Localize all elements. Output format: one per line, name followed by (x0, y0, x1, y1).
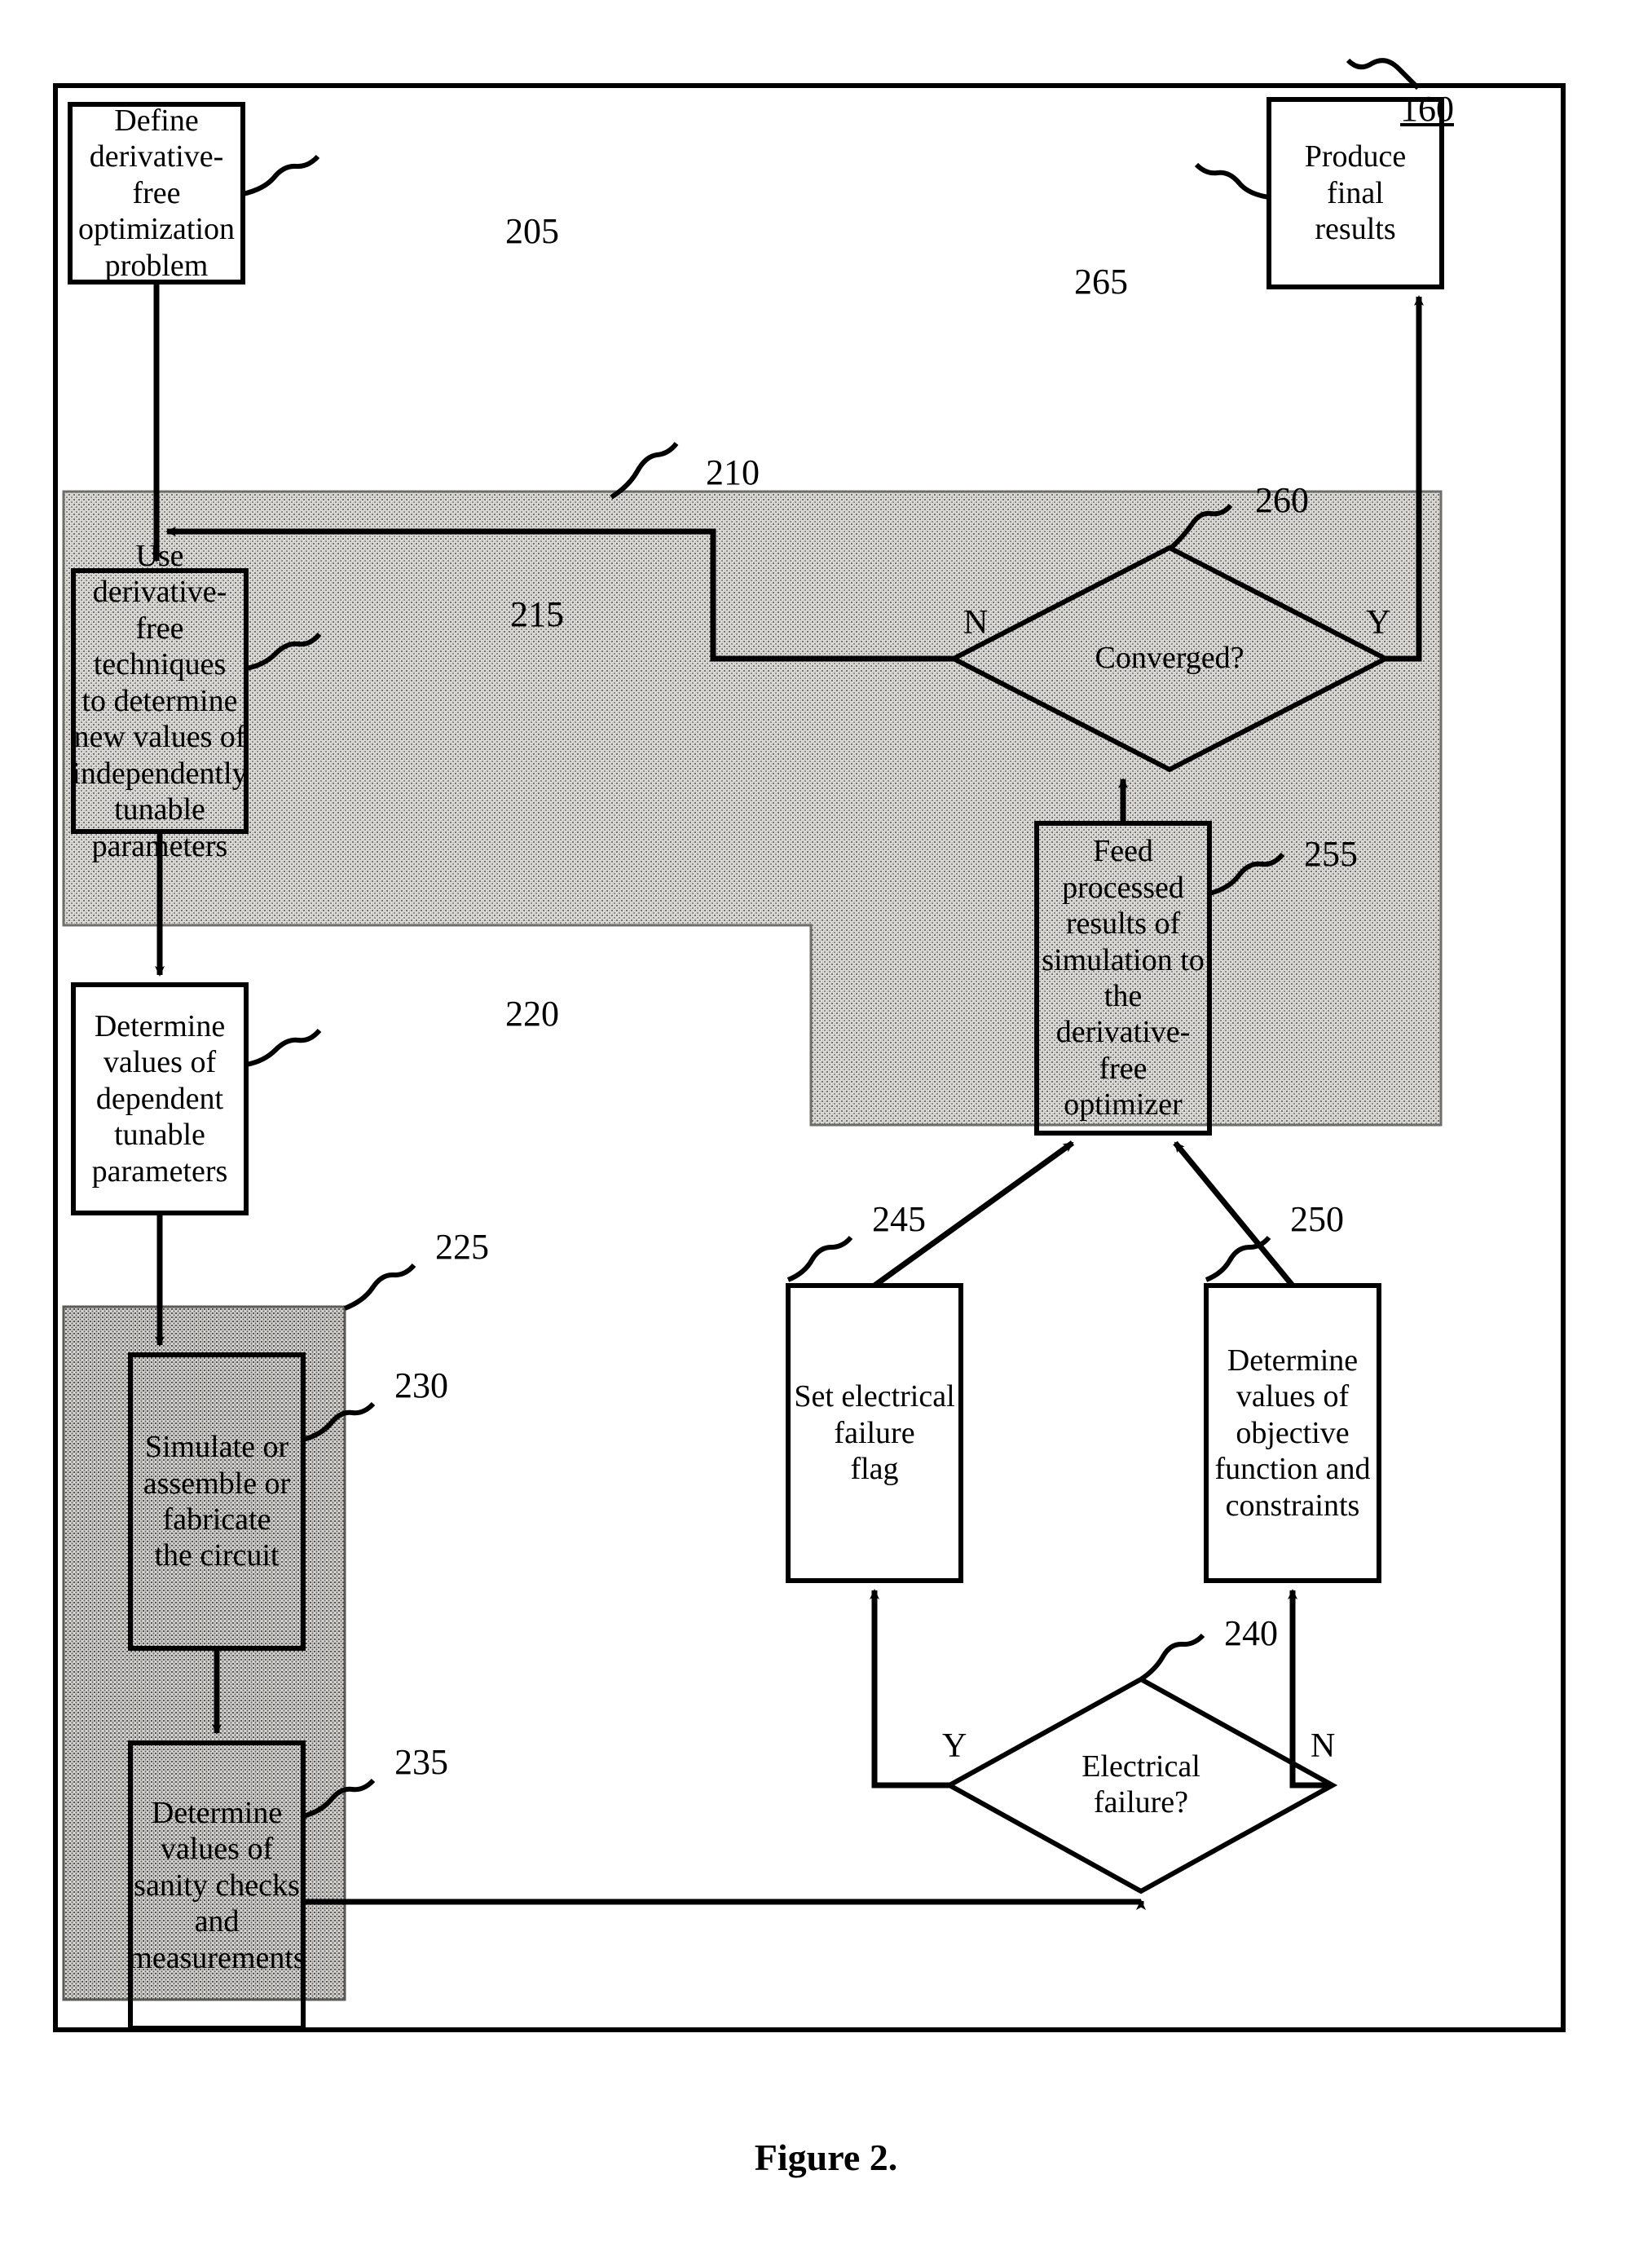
node-265-text: Produce final results (1304, 139, 1407, 247)
node-250: Determine values of objective function and c… (1206, 1286, 1379, 1581)
ref-label-235: 235 (394, 1742, 448, 1782)
ref-label-245: 245 (872, 1199, 926, 1239)
leader-245 (786, 1236, 853, 1282)
node-240: Electrical failure? (1031, 1744, 1251, 1826)
node-230: Simulate or assemble or fabricate the circu… (130, 1355, 303, 1648)
edge-250-to-255 (1173, 1140, 1295, 1288)
branch-label-converged-yes: Y (1366, 604, 1391, 642)
node-230-text: Simulate or assemble or fabricate the circu… (143, 1430, 291, 1573)
ref-label-230: 230 (394, 1365, 448, 1405)
edge-235-to-240 (303, 1899, 1146, 1910)
node-205: Define derivative-free optimization problem (70, 103, 243, 283)
ref-label-255: 255 (1304, 834, 1358, 874)
node-235-text: Determine values of sanity checks and measur… (128, 1795, 306, 1975)
leader-250 (1205, 1236, 1271, 1282)
ref-label-250: 250 (1290, 1199, 1344, 1239)
ref-label-225: 225 (435, 1227, 489, 1267)
leader-240 (1139, 1633, 1205, 1682)
ref-label-240: 240 (1224, 1613, 1278, 1653)
node-260: Converged? (1043, 621, 1296, 696)
node-220-text: Determine values of dependent tunable parame… (91, 1008, 228, 1189)
node-245-text: Set electrical failure flag (794, 1379, 955, 1487)
node-215: Use derivative-free techniques to determi… (72, 539, 247, 863)
region-210-shading (62, 490, 1443, 1127)
ref-label-205: 205 (505, 211, 559, 251)
ref-label-220: 220 (505, 994, 559, 1034)
ref-label-215: 215 (510, 594, 564, 634)
ref-label-265: 265 (1074, 262, 1128, 302)
leader-205 (242, 154, 320, 196)
node-220: Determine values of dependent tunable parame… (73, 985, 246, 1213)
leader-210 (610, 442, 679, 500)
node-255: Feed processed results of simulation to the… (1037, 823, 1209, 1133)
ref-label-260: 260 (1255, 480, 1309, 520)
node-240-text: Electrical failure? (1082, 1749, 1200, 1819)
figure-caption: Figure 2. (754, 2137, 898, 2178)
branch-label-elec-failure-yes: Y (942, 1727, 967, 1765)
patent-figure: Define derivative-free optimization problem… (0, 0, 1652, 2245)
node-235: Determine values of sanity checks and measur… (128, 1743, 306, 2028)
node-250-text: Determine values of objective function and c… (1214, 1343, 1371, 1523)
node-255-text: Feed processed results of simulation to the… (1042, 834, 1205, 1122)
edge-240-yes-to-245 (870, 1589, 949, 1789)
node-215-text: Use derivative-free techniques to determi… (72, 538, 248, 863)
ref-label-160: 160 (1400, 89, 1454, 129)
branch-label-converged-no: N (963, 604, 989, 642)
leader-220 (245, 1028, 322, 1067)
node-205-text: Define derivative-free optimization problem (77, 103, 236, 283)
branch-label-elec-failure-no: N (1311, 1727, 1336, 1765)
leader-265 (1194, 162, 1270, 200)
ref-label-210: 210 (706, 452, 760, 492)
node-245: Set electrical failure flag (788, 1286, 961, 1581)
node-260-text: Converged? (1095, 641, 1245, 676)
leader-225 (343, 1263, 416, 1311)
